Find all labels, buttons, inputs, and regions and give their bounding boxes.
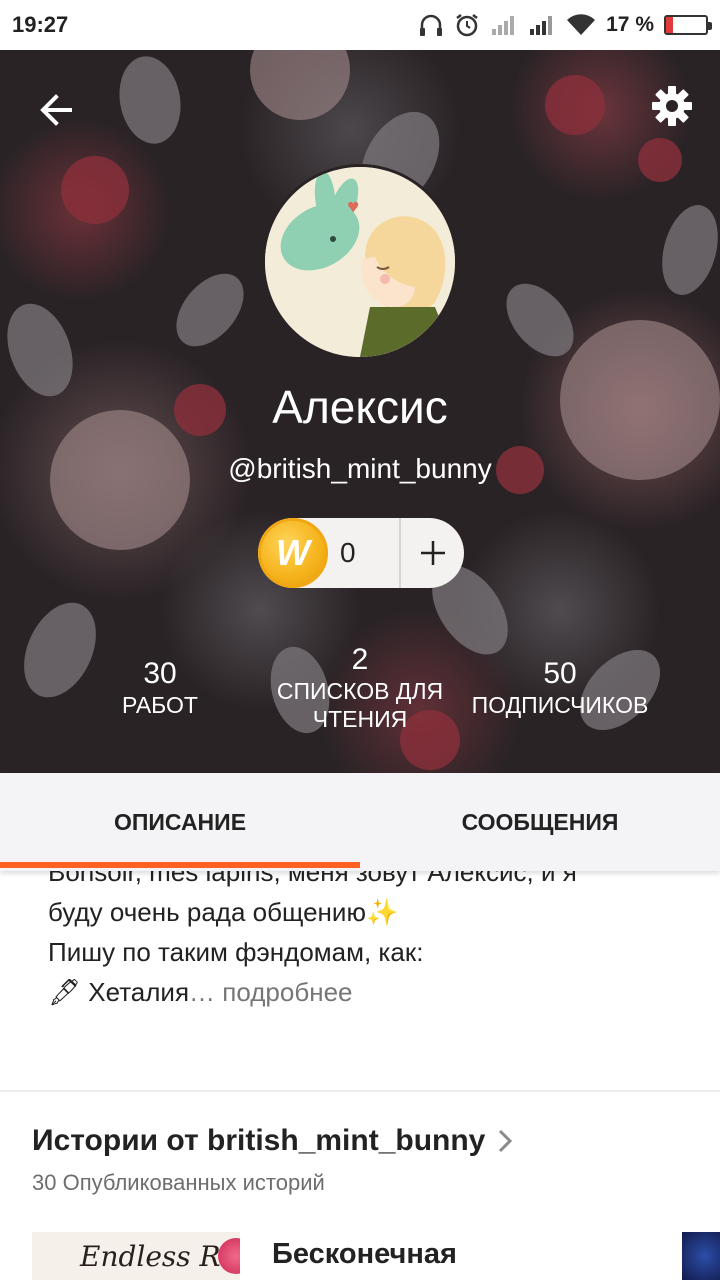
stat-reading-lists-label-line1: СПИСКОВ ДЛЯ: [276, 678, 444, 704]
profile-description: Bonsoir, mes lapins, меня зовут Алексис,…: [48, 852, 668, 1012]
tab-description[interactable]: ОПИСАНИЕ: [0, 773, 360, 871]
description-line-4: 🖋 Хеталия… подробнее: [48, 972, 668, 1012]
arrow-left-icon: [40, 94, 72, 126]
plus-icon: [421, 541, 445, 565]
story-cover[interactable]: Endless Romance: [32, 1232, 240, 1280]
stories-title: Истории от british_mint_bunny: [32, 1124, 486, 1157]
read-more-link[interactable]: … подробнее: [189, 977, 352, 1007]
profile-tabs: ОПИСАНИЕ СООБЩЕНИЯ: [0, 773, 720, 871]
stat-followers[interactable]: 50 ПОДПИСЧИКОВ: [465, 657, 655, 719]
signal-icon: [530, 16, 553, 35]
alarm-clock-icon: [456, 14, 478, 37]
status-time: 19:27: [12, 12, 69, 37]
avatar-illustration: ♥: [265, 167, 455, 357]
story-cover-text: Endless Romance: [80, 1240, 240, 1273]
status-icons: 17 %: [418, 12, 712, 38]
stat-works-value: 30: [143, 657, 177, 690]
coin-icon: W: [258, 518, 328, 588]
signal-weak-icon: [492, 16, 515, 35]
battery-percent: 17 %: [606, 13, 654, 36]
fountain-pen-icon: 🖋: [48, 977, 82, 1007]
sparkles-icon: ✨: [365, 897, 399, 927]
description-line-2-text: буду очень рада общению: [48, 897, 366, 927]
stat-followers-value: 50: [543, 657, 577, 690]
description-line-3: Пишу по таким фэндомам, как:: [48, 937, 424, 967]
stat-reading-lists-label-line2: ЧТЕНИЯ: [312, 706, 408, 732]
story-cover-next[interactable]: [682, 1232, 720, 1280]
story-title[interactable]: Бесконечная: [272, 1238, 457, 1271]
battery-level: [666, 17, 673, 33]
active-tab-indicator: [0, 862, 360, 868]
coin-divider: [399, 518, 401, 588]
stories-section-header[interactable]: Истории от british_mint_bunny: [32, 1124, 513, 1158]
description-line-4-text: Хеталия: [88, 977, 190, 1007]
stat-works[interactable]: 30 РАБОТ: [100, 657, 220, 719]
chevron-right-icon: [499, 1129, 513, 1153]
coin-symbol: W: [276, 532, 310, 573]
status-bar: 19:27 17 %: [0, 0, 720, 50]
gear-icon: [652, 86, 692, 126]
coin-count: 0: [340, 537, 356, 568]
coins-widget: W 0: [258, 518, 464, 588]
profile-name: Алексис: [272, 381, 448, 433]
profile-handle: @british_mint_bunny: [228, 453, 492, 484]
stories-count: 30 Опубликованных историй: [32, 1170, 325, 1195]
add-coins-button[interactable]: [402, 518, 464, 588]
wifi-icon: [567, 14, 596, 36]
stat-reading-lists[interactable]: 2 СПИСКОВ ДЛЯ ЧТЕНИЯ: [260, 643, 460, 733]
profile-header: ♥ Алексис @british_mint_bunny W 0 30 РАБ…: [0, 50, 720, 773]
settings-button[interactable]: [646, 80, 698, 132]
stat-followers-label: ПОДПИСЧИКОВ: [471, 692, 649, 718]
stat-reading-lists-value: 2: [351, 643, 369, 676]
svg-text:♥: ♥: [347, 200, 360, 216]
headphones-icon: [420, 14, 443, 36]
avatar[interactable]: ♥: [262, 164, 458, 360]
tab-messages[interactable]: СООБЩЕНИЯ: [360, 773, 720, 871]
battery-icon: [664, 15, 712, 35]
back-button[interactable]: [30, 84, 82, 136]
section-divider: [0, 1090, 720, 1092]
stat-works-label: РАБОТ: [122, 692, 198, 718]
description-line-2: буду очень рада общению✨: [48, 892, 668, 932]
